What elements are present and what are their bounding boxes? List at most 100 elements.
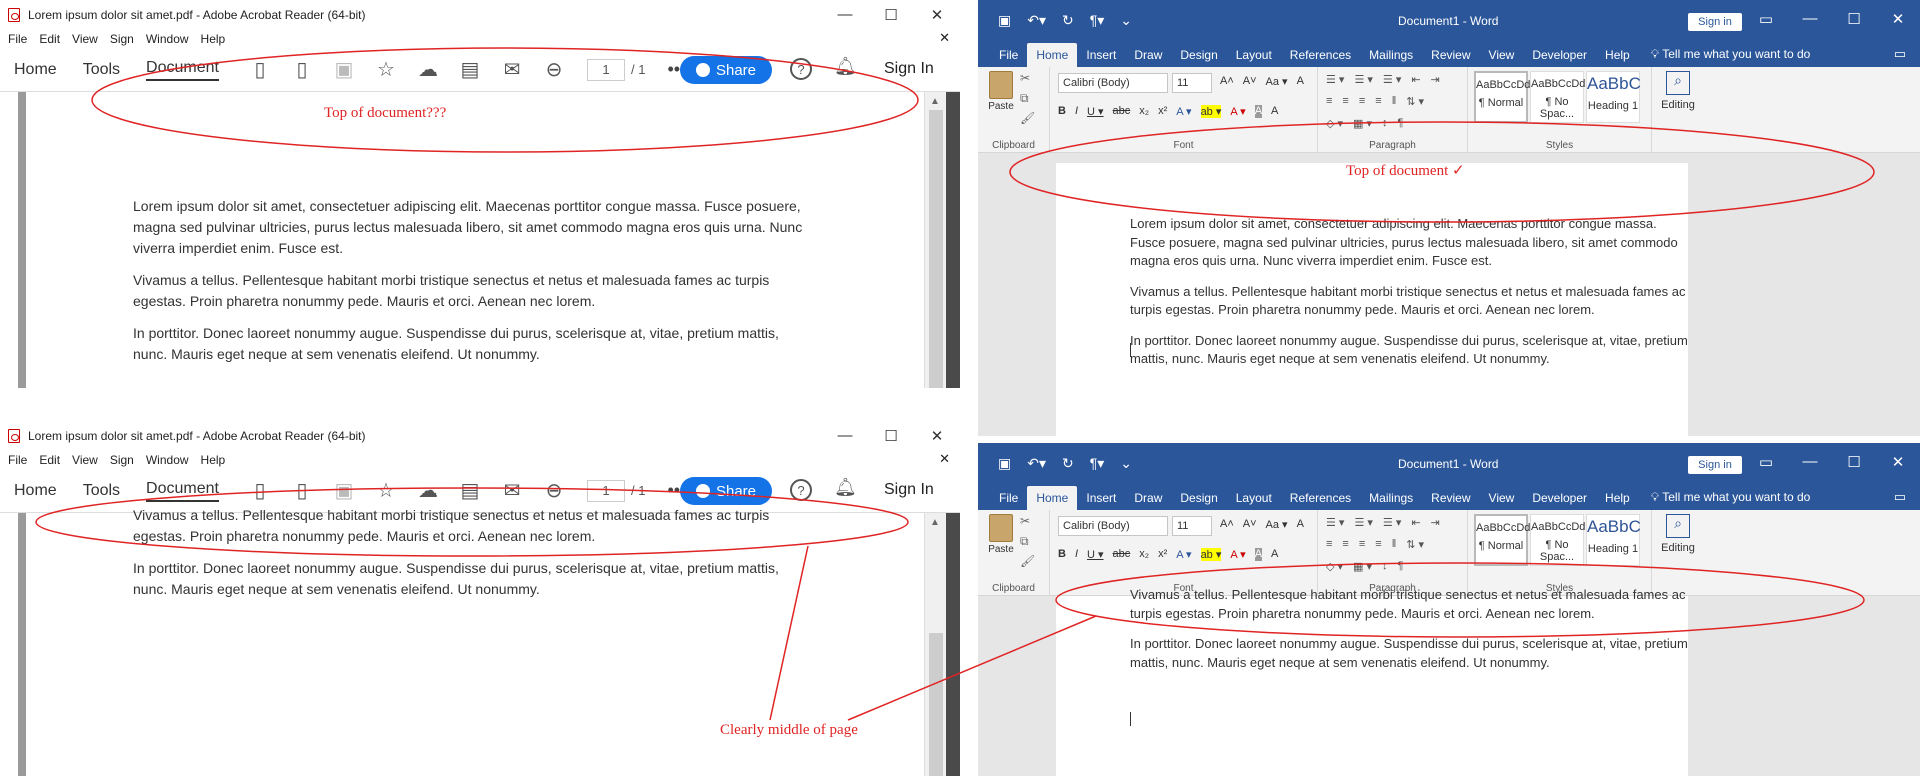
minimize-button[interactable]: —: [822, 427, 868, 445]
justify-icon[interactable]: ≡: [1375, 95, 1381, 108]
tab-mailings[interactable]: Mailings: [1360, 491, 1422, 510]
strikethrough-icon[interactable]: abc: [1113, 105, 1131, 118]
font-name-combobox[interactable]: Calibri (Body): [1058, 73, 1168, 93]
upload-cloud-icon[interactable]: ☁: [417, 57, 439, 82]
signin-link[interactable]: Sign In: [884, 481, 934, 499]
page-number-input[interactable]: 1: [586, 58, 625, 81]
customize-qat-icon[interactable]: ⌄: [1120, 12, 1132, 29]
style-heading-1[interactable]: AaBbC Heading 1: [1586, 71, 1641, 123]
style-no-spacing[interactable]: AaBbCcDd ¶ No Spac...: [1530, 71, 1585, 123]
menu-sign[interactable]: Sign: [110, 453, 134, 467]
tab-insert[interactable]: Insert: [1077, 48, 1125, 67]
columns-icon[interactable]: ‖: [1392, 538, 1397, 551]
text-effects-icon[interactable]: A ▾: [1176, 105, 1191, 118]
tab-home[interactable]: Home: [1027, 486, 1078, 510]
print-icon[interactable]: ▤: [459, 478, 481, 503]
vertical-scrollbar[interactable]: ▲: [924, 513, 946, 776]
tab-home[interactable]: Home: [1027, 43, 1078, 67]
tab-layout[interactable]: Layout: [1227, 48, 1281, 67]
tab-view[interactable]: View: [1480, 491, 1524, 510]
align-right-icon[interactable]: ≡: [1359, 538, 1365, 551]
save-icon[interactable]: ▣: [998, 12, 1011, 29]
shrink-font-icon[interactable]: A˅: [1243, 75, 1257, 88]
share-button[interactable]: Share: [680, 477, 772, 505]
menu-view[interactable]: View: [72, 453, 98, 467]
justify-icon[interactable]: ≡: [1375, 538, 1381, 551]
align-left-icon[interactable]: ≡: [1326, 538, 1332, 551]
tell-me-search[interactable]: 💡︎ Tell me what you want to do: [1651, 47, 1811, 67]
tab-help[interactable]: Help: [1596, 491, 1639, 510]
signin-button[interactable]: Sign in: [1688, 456, 1742, 474]
style-no-spacing[interactable]: AaBbCcDd ¶ No Spac...: [1530, 514, 1585, 566]
tab-review[interactable]: Review: [1422, 491, 1479, 510]
bookmark-star-icon[interactable]: ☆: [375, 478, 397, 503]
lock-file-icon[interactable]: ▯: [291, 57, 313, 82]
close-button[interactable]: ✕: [1876, 10, 1920, 28]
tab-developer[interactable]: Developer: [1523, 48, 1596, 67]
document-canvas[interactable]: Vivamus a tellus. Pellentesque habitant …: [978, 587, 1920, 776]
nav-document[interactable]: Document: [146, 480, 219, 502]
line-spacing-icon[interactable]: ⇅ ▾: [1406, 95, 1424, 108]
zoom-out-icon[interactable]: ⊖: [543, 478, 565, 503]
columns-icon[interactable]: ‖: [1392, 95, 1397, 108]
style-normal[interactable]: AaBbCcDd ¶ Normal: [1474, 514, 1530, 566]
menu-file[interactable]: File: [8, 453, 27, 467]
tab-references[interactable]: References: [1281, 48, 1360, 67]
highlight-icon[interactable]: ab ▾: [1200, 548, 1222, 561]
menu-view[interactable]: View: [72, 32, 98, 46]
editing-button[interactable]: ⌕ Editing: [1658, 514, 1698, 554]
tab-insert[interactable]: Insert: [1077, 491, 1125, 510]
maximize-button[interactable]: ☐: [1832, 10, 1876, 28]
style-heading-1[interactable]: AaBbC Heading 1: [1586, 514, 1641, 566]
maximize-button[interactable]: ☐: [1832, 453, 1876, 471]
bookmark-star-icon[interactable]: ☆: [375, 57, 397, 82]
save-icon[interactable]: ▣: [998, 455, 1011, 472]
bullets-icon[interactable]: ☰ ▾: [1326, 73, 1344, 86]
tab-design[interactable]: Design: [1171, 48, 1226, 67]
font-size-combobox[interactable]: 11: [1172, 516, 1212, 536]
scroll-up-icon[interactable]: ▲: [930, 517, 940, 528]
menu-help[interactable]: Help: [201, 32, 226, 46]
tab-developer[interactable]: Developer: [1523, 491, 1596, 510]
decrease-indent-icon[interactable]: ⇤: [1411, 516, 1420, 529]
undo-icon[interactable]: ↶▾: [1027, 12, 1046, 29]
close-button[interactable]: ✕: [914, 427, 960, 445]
maximize-button[interactable]: ☐: [868, 427, 914, 445]
show-marks-icon[interactable]: ¶: [1398, 117, 1404, 130]
tab-help[interactable]: Help: [1596, 48, 1639, 67]
underline-icon[interactable]: U ▾: [1087, 105, 1104, 118]
superscript-icon[interactable]: x²: [1158, 105, 1167, 118]
vertical-scrollbar[interactable]: ▲: [924, 92, 946, 388]
multilevel-list-icon[interactable]: ☰ ▾: [1383, 73, 1401, 86]
close-button[interactable]: ✕: [1876, 453, 1920, 471]
help-icon[interactable]: ?: [790, 479, 812, 501]
menu-edit[interactable]: Edit: [39, 453, 60, 467]
upload-cloud-icon[interactable]: ☁: [417, 478, 439, 503]
tab-file[interactable]: File: [990, 491, 1027, 510]
signin-link[interactable]: Sign In: [884, 60, 934, 78]
sort-icon[interactable]: ↕: [1382, 117, 1388, 130]
signin-button[interactable]: Sign in: [1688, 13, 1742, 31]
line-spacing-icon[interactable]: ⇅ ▾: [1406, 538, 1424, 551]
nav-home[interactable]: Home: [14, 61, 57, 79]
menu-sign[interactable]: Sign: [110, 32, 134, 46]
format-painter-icon[interactable]: 🖌︎: [1020, 554, 1035, 568]
cut-icon[interactable]: ✂: [1020, 514, 1030, 528]
align-right-icon[interactable]: ≡: [1359, 95, 1365, 108]
minimize-button[interactable]: —: [1788, 453, 1832, 471]
tab-file[interactable]: File: [990, 48, 1027, 67]
customize-qat-icon[interactable]: ⌄: [1120, 455, 1132, 472]
nav-tools[interactable]: Tools: [83, 482, 120, 500]
enclose-char-icon[interactable]: A: [1271, 548, 1278, 561]
close-button[interactable]: ✕: [914, 6, 960, 24]
mail-icon[interactable]: ✉: [501, 478, 523, 503]
subscript-icon[interactable]: x₂: [1139, 548, 1149, 561]
shrink-font-icon[interactable]: A˅: [1243, 518, 1257, 531]
text-effects-icon[interactable]: A ▾: [1176, 548, 1191, 561]
minimize-button[interactable]: —: [822, 6, 868, 24]
underline-icon[interactable]: U ▾: [1087, 548, 1104, 561]
subscript-icon[interactable]: x₂: [1139, 105, 1149, 118]
show-marks-icon[interactable]: ¶: [1398, 560, 1404, 573]
shading-fill-icon[interactable]: ◇ ▾: [1326, 117, 1343, 130]
align-left-icon[interactable]: ≡: [1326, 95, 1332, 108]
